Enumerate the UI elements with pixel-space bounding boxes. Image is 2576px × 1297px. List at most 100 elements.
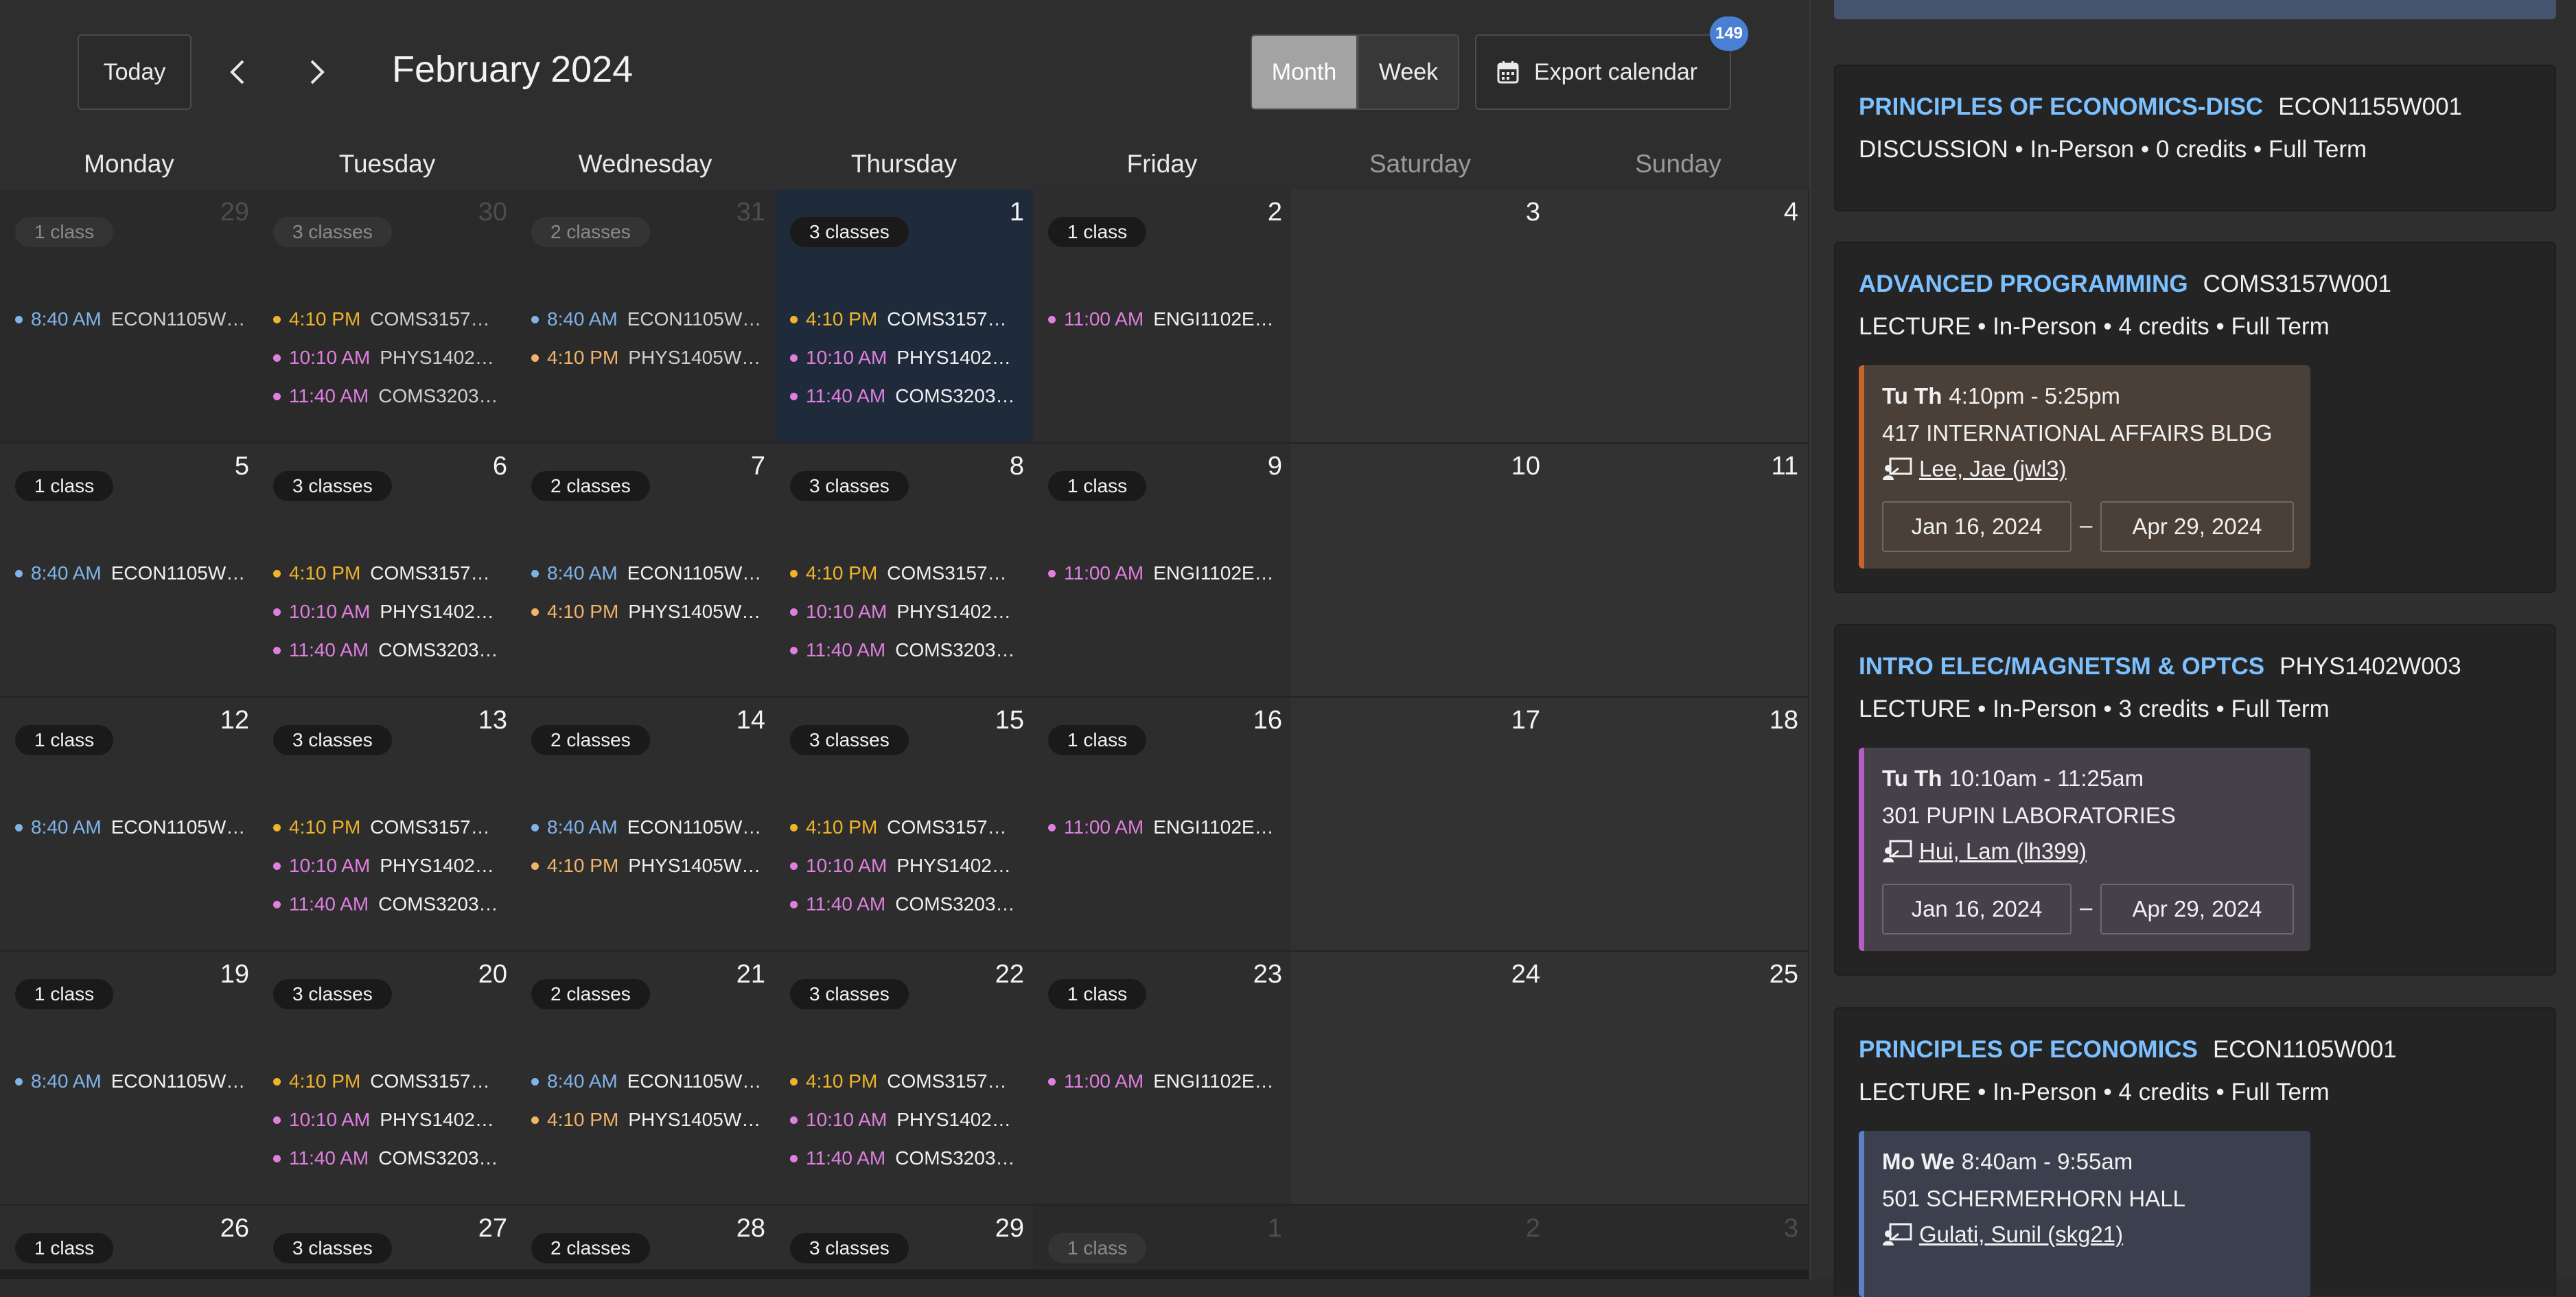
day-cell[interactable]: 14 2 classes 8:40 AM ECON1105W… 4:10 PM PHYS1…	[516, 698, 776, 952]
class-count-badge[interactable]: 1 class	[15, 725, 114, 755]
day-cell[interactable]: 31 2 classes 8:40 AM ECON1105W… 4:10 PM PHYS1…	[516, 190, 776, 444]
class-count-badge[interactable]: 1 class	[1048, 471, 1147, 501]
course-card[interactable]: PRINCIPLES OF ECONOMICS-DISC ECON1155W001…	[1834, 65, 2556, 211]
class-count-badge[interactable]: 3 classes	[790, 217, 909, 247]
selected-course-banner[interactable]	[1834, 0, 2556, 19]
instructor-link[interactable]: Lee, Jae (jwl3)	[1882, 456, 2067, 482]
calendar-event[interactable]: 11:40 AM COMS3203…	[273, 385, 498, 407]
calendar-event[interactable]: 11:00 AM ENGI1102E…	[1048, 308, 1274, 330]
day-cell[interactable]: 13 3 classes 4:10 PM COMS3157… 10:10 AM PHYS1…	[258, 698, 518, 952]
day-cell[interactable]: 3	[1291, 190, 1551, 444]
course-card[interactable]: INTRO ELEC/MAGNETSM & OPTCS PHYS1402W003 L…	[1834, 624, 2556, 976]
class-count-badge[interactable]: 1 class	[1048, 1233, 1147, 1263]
class-count-badge[interactable]: 1 class	[1048, 725, 1147, 755]
calendar-event[interactable]: 11:40 AM COMS3203…	[273, 639, 498, 661]
class-count-badge[interactable]: 2 classes	[531, 725, 650, 755]
calendar-event[interactable]: 4:10 PM COMS3157…	[790, 816, 1007, 838]
class-count-badge[interactable]: 1 class	[1048, 217, 1147, 247]
day-cell[interactable]: 28 2 classes	[516, 1206, 776, 1270]
day-cell[interactable]: 11	[1549, 444, 1809, 698]
class-count-badge[interactable]: 3 classes	[273, 725, 392, 755]
instructor-link[interactable]: Gulati, Sunil (skg21)	[1882, 1221, 2123, 1248]
day-cell[interactable]: 5 1 class 8:40 AM ECON1105W…	[0, 444, 260, 698]
day-cell[interactable]: 7 2 classes 8:40 AM ECON1105W… 4:10 PM PHYS14…	[516, 444, 776, 698]
month-view-button[interactable]: Month	[1251, 34, 1358, 110]
class-count-badge[interactable]: 2 classes	[531, 1233, 650, 1263]
day-cell[interactable]: 12 1 class 8:40 AM ECON1105W…	[0, 698, 260, 952]
calendar-event[interactable]: 11:00 AM ENGI1102E…	[1048, 816, 1274, 838]
calendar-event[interactable]: 11:40 AM COMS3203…	[273, 1147, 498, 1169]
calendar-event[interactable]: 4:10 PM PHYS1405W…	[531, 601, 761, 623]
day-cell[interactable]: 17	[1291, 698, 1551, 952]
calendar-event[interactable]: 11:40 AM COMS3203…	[273, 893, 498, 915]
today-button[interactable]: Today	[78, 34, 192, 110]
class-count-badge[interactable]: 3 classes	[273, 471, 392, 501]
calendar-event[interactable]: 8:40 AM ECON1105W…	[15, 308, 245, 330]
day-cell[interactable]: 24	[1291, 952, 1551, 1206]
day-cell[interactable]: 9 1 class 11:00 AM ENGI1102E…	[1033, 444, 1293, 698]
calendar-event[interactable]: 10:10 AM PHYS1402…	[273, 855, 494, 877]
class-count-badge[interactable]: 3 classes	[790, 725, 909, 755]
class-count-badge[interactable]: 3 classes	[273, 979, 392, 1009]
calendar-event[interactable]: 8:40 AM ECON1105W…	[15, 1070, 245, 1092]
calendar-event[interactable]: 10:10 AM PHYS1402…	[790, 601, 1011, 623]
class-count-badge[interactable]: 3 classes	[790, 1233, 909, 1263]
day-cell[interactable]: 8 3 classes 4:10 PM COMS3157… 10:10 AM PHYS14…	[775, 444, 1035, 698]
instructor-name[interactable]: Hui, Lam (lh399)	[1919, 838, 2087, 864]
day-cell[interactable]: 27 3 classes	[258, 1206, 518, 1270]
calendar-event[interactable]: 4:10 PM PHYS1405W…	[531, 1109, 761, 1131]
calendar-event[interactable]: 8:40 AM ECON1105W…	[15, 816, 245, 838]
calendar-event[interactable]: 8:40 AM ECON1105W…	[15, 562, 245, 584]
day-cell[interactable]: 15 3 classes 4:10 PM COMS3157… 10:10 AM PHYS1…	[775, 698, 1035, 952]
course-title[interactable]: ADVANCED PROGRAMMING	[1859, 271, 2188, 297]
calendar-event[interactable]: 11:40 AM COMS3203…	[790, 893, 1015, 915]
instructor-name[interactable]: Lee, Jae (jwl3)	[1919, 456, 2067, 482]
day-cell[interactable]: 4	[1549, 190, 1809, 444]
calendar-event[interactable]: 8:40 AM ECON1105W…	[531, 562, 761, 584]
class-count-badge[interactable]: 2 classes	[531, 979, 650, 1009]
calendar-event[interactable]: 10:10 AM PHYS1402…	[273, 1109, 494, 1131]
course-card[interactable]: ADVANCED PROGRAMMING COMS3157W001 LECTURE …	[1834, 242, 2556, 593]
day-cell[interactable]: 29 3 classes	[775, 1206, 1035, 1270]
calendar-event[interactable]: 10:10 AM PHYS1402…	[790, 855, 1011, 877]
calendar-event[interactable]: 11:40 AM COMS3203…	[790, 639, 1015, 661]
calendar-event[interactable]: 4:10 PM PHYS1405W…	[531, 347, 761, 369]
day-cell[interactable]: 16 1 class 11:00 AM ENGI1102E…	[1033, 698, 1293, 952]
day-cell[interactable]: 26 1 class	[0, 1206, 260, 1270]
day-cell[interactable]: 29 1 class 8:40 AM ECON1105W…	[0, 190, 260, 444]
day-cell[interactable]: 19 1 class 8:40 AM ECON1105W…	[0, 952, 260, 1206]
calendar-event[interactable]: 4:10 PM COMS3157…	[273, 562, 490, 584]
day-cell[interactable]: 25	[1549, 952, 1809, 1206]
day-cell[interactable]: 18	[1549, 698, 1809, 952]
day-cell[interactable]: 30 3 classes 4:10 PM COMS3157… 10:10 AM PHYS1…	[258, 190, 518, 444]
calendar-event[interactable]: 8:40 AM ECON1105W…	[531, 816, 761, 838]
day-cell[interactable]: 22 3 classes 4:10 PM COMS3157… 10:10 AM PHYS1…	[775, 952, 1035, 1206]
calendar-event[interactable]: 4:10 PM COMS3157…	[273, 816, 490, 838]
class-count-badge[interactable]: 3 classes	[273, 217, 392, 247]
calendar-event[interactable]: 8:40 AM ECON1105W…	[531, 1070, 761, 1092]
calendar-event[interactable]: 10:10 AM PHYS1402…	[790, 347, 1011, 369]
course-title[interactable]: PRINCIPLES OF ECONOMICS	[1859, 1036, 2198, 1063]
instructor-name[interactable]: Gulati, Sunil (skg21)	[1919, 1221, 2123, 1248]
class-count-badge[interactable]: 3 classes	[273, 1233, 392, 1263]
calendar-event[interactable]: 11:40 AM COMS3203…	[790, 385, 1015, 407]
calendar-event[interactable]: 11:00 AM ENGI1102E…	[1048, 1070, 1274, 1092]
day-cell[interactable]: 6 3 classes 4:10 PM COMS3157… 10:10 AM PHYS14…	[258, 444, 518, 698]
class-count-badge[interactable]: 3 classes	[790, 979, 909, 1009]
calendar-event[interactable]: 4:10 PM COMS3157…	[790, 1070, 1007, 1092]
class-count-badge[interactable]: 1 class	[15, 471, 114, 501]
calendar-event[interactable]: 8:40 AM ECON1105W…	[531, 308, 761, 330]
calendar-event[interactable]: 4:10 PM COMS3157…	[273, 308, 490, 330]
day-cell[interactable]: 10	[1291, 444, 1551, 698]
class-count-badge[interactable]: 1 class	[1048, 979, 1147, 1009]
instructor-link[interactable]: Hui, Lam (lh399)	[1882, 838, 2087, 864]
calendar-event[interactable]: 10:10 AM PHYS1402…	[273, 347, 494, 369]
previous-month-button[interactable]	[217, 51, 258, 93]
calendar-event[interactable]: 4:10 PM COMS3157…	[273, 1070, 490, 1092]
day-cell[interactable]: 23 1 class 11:00 AM ENGI1102E…	[1033, 952, 1293, 1206]
day-cell[interactable]: 1 1 class	[1033, 1206, 1293, 1270]
course-title[interactable]: PRINCIPLES OF ECONOMICS-DISC	[1859, 93, 2263, 120]
week-view-button[interactable]: Week	[1358, 34, 1459, 110]
course-card[interactable]: PRINCIPLES OF ECONOMICS ECON1105W001 LECTU…	[1834, 1007, 2556, 1297]
day-cell[interactable]: 20 3 classes 4:10 PM COMS3157… 10:10 AM PHYS1…	[258, 952, 518, 1206]
